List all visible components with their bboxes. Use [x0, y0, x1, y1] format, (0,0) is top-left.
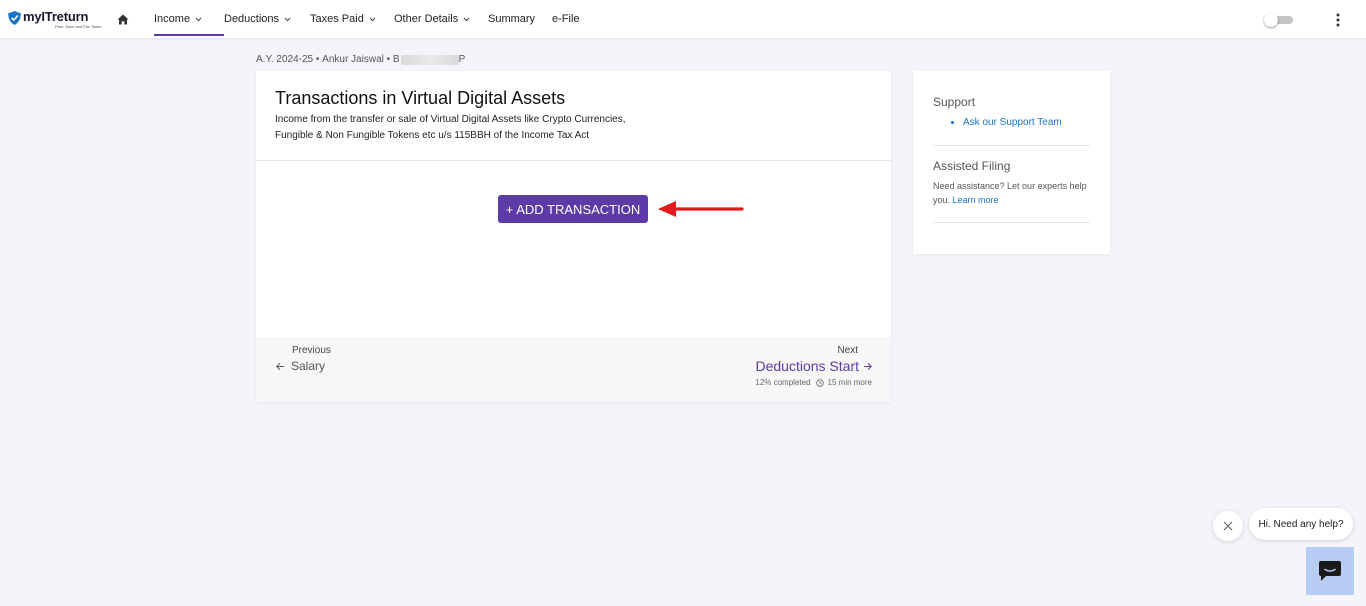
previous-label: Previous [292, 345, 331, 356]
assisted-filing-section: Assisted Filing Need assistance? Let our… [933, 146, 1090, 223]
nav-other-details-label: Other Details [394, 13, 459, 25]
toggle-knob [1264, 13, 1278, 27]
nav-income-label: Income [154, 13, 191, 25]
assisted-filing-text: Need assistance? Let our experts help yo… [933, 179, 1090, 207]
nav-efile-label: e-File [552, 13, 580, 25]
card-header: Transactions in Virtual Digital Assets I… [256, 71, 891, 161]
add-transaction-button[interactable]: + ADD TRANSACTION [498, 195, 648, 223]
brand-name: myITreturn [23, 9, 89, 24]
next-link-label: Deductions Start [755, 358, 860, 374]
top-navbar: myITreturn Plan, Save and File Taxes Inc… [0, 0, 1366, 38]
progress-info: 12% completed 15 min more [755, 378, 872, 387]
clock-icon [815, 378, 824, 387]
learn-more-link[interactable]: Learn more [953, 195, 999, 205]
previous-link-label: Salary [291, 359, 326, 373]
support-list: Ask our Support Team [933, 117, 1090, 128]
card-footer: Previous Salary Next Deductions Start 12… [256, 337, 891, 402]
support-heading: Support [933, 95, 976, 109]
assisted-filing-heading: Assisted Filing [933, 159, 1011, 173]
close-icon [1223, 521, 1233, 531]
vda-card: Transactions in Virtual Digital Assets I… [256, 71, 891, 402]
breadcrumb: A.Y. 2024-25 • Ankur Jaiswal • B P [256, 54, 465, 65]
support-team-link[interactable]: Ask our Support Team [963, 117, 1062, 128]
home-icon[interactable] [117, 14, 129, 25]
breadcrumb-separator: • [313, 54, 323, 65]
next-nav[interactable]: Next Deductions Start 12% completed 15 m… [755, 345, 872, 387]
support-list-item: Ask our Support Team [963, 117, 1090, 128]
page-description: Income from the transfer or sale of Virt… [275, 114, 626, 141]
taxpayer-name: Ankur Jaiswal [322, 54, 384, 65]
help-prompt-bubble[interactable]: Hi. Need any help? [1249, 508, 1353, 540]
progress-remaining: 15 min more [827, 378, 872, 387]
nav-summary[interactable]: Summary [488, 0, 552, 38]
nav-deductions-label: Deductions [224, 13, 280, 25]
nav-other-details[interactable]: Other Details [394, 0, 488, 38]
nav-efile[interactable]: e-File [552, 0, 592, 38]
brand-logo[interactable]: myITreturn Plan, Save and File Taxes [8, 10, 101, 32]
support-section: Support Ask our Support Team [933, 71, 1090, 146]
chat-icon [1319, 561, 1341, 581]
progress-completed: 12% completed [755, 378, 811, 387]
page-title: Transactions in Virtual Digital Assets [275, 88, 566, 108]
chevron-down-icon [195, 17, 202, 21]
close-help-button[interactable] [1213, 511, 1243, 541]
chat-launcher-button[interactable] [1306, 547, 1354, 595]
nav-income[interactable]: Income [154, 0, 224, 38]
main-nav: Income Deductions Taxes Paid Other Detai… [154, 0, 592, 38]
help-sidebar: Support Ask our Support Team Assisted Fi… [913, 71, 1110, 254]
arrow-left-icon [276, 362, 284, 370]
pan-suffix: P [458, 54, 466, 65]
next-label: Next [837, 345, 858, 356]
arrow-right-icon [864, 362, 872, 370]
more-vertical-icon[interactable] [1334, 13, 1342, 27]
previous-link[interactable]: Salary [276, 359, 331, 373]
next-link[interactable]: Deductions Start [755, 358, 872, 374]
breadcrumb-separator: • [383, 54, 393, 65]
pan-redacted [400, 54, 459, 65]
shield-check-icon [8, 11, 21, 25]
brand-tagline: Plan, Save and File Taxes [55, 24, 102, 29]
assessment-year: A.Y. 2024-25 [256, 54, 314, 65]
chevron-down-icon [369, 17, 376, 21]
chevron-down-icon [284, 17, 291, 21]
nav-summary-label: Summary [488, 13, 536, 25]
nav-deductions[interactable]: Deductions [224, 0, 310, 38]
theme-toggle[interactable] [1264, 13, 1293, 27]
pan-prefix: B [392, 54, 400, 65]
nav-taxes-paid[interactable]: Taxes Paid [310, 0, 394, 38]
nav-taxes-paid-label: Taxes Paid [310, 13, 364, 25]
chevron-down-icon [463, 17, 470, 21]
annotation-arrow [658, 201, 744, 217]
previous-nav[interactable]: Previous Salary [276, 345, 331, 373]
